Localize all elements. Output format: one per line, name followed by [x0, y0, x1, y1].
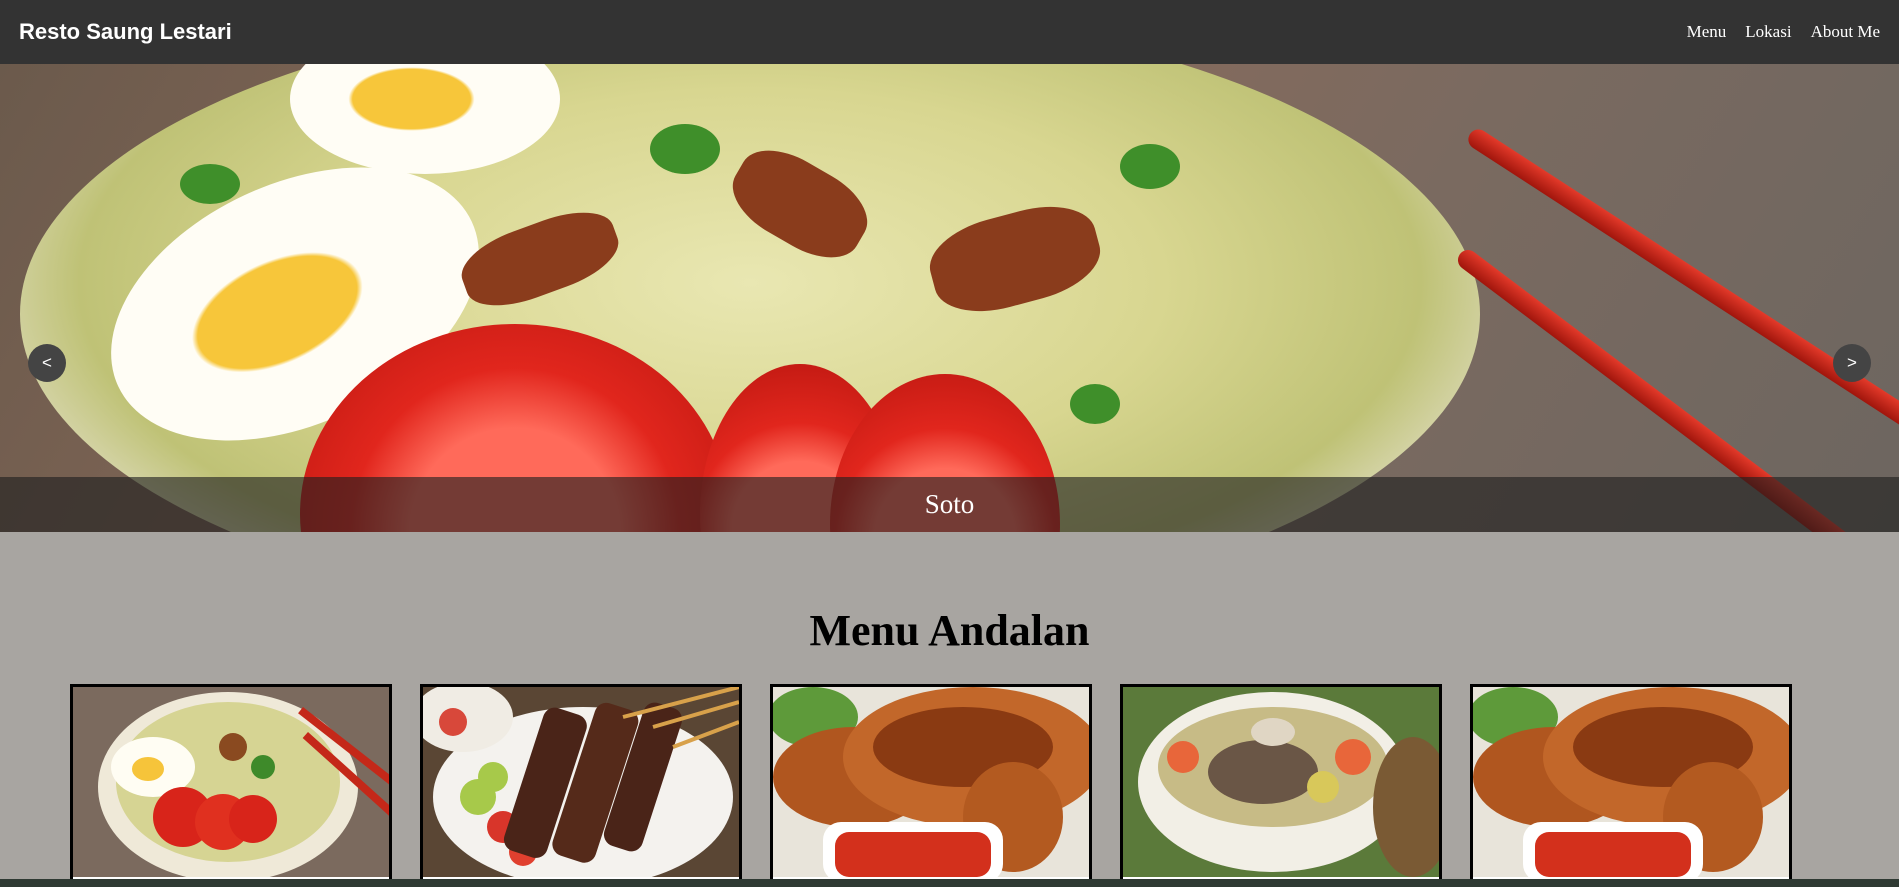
menu-card-ayam-bakar[interactable]: [770, 684, 1092, 887]
dish-image-sate: [423, 687, 739, 877]
section-title: Menu Andalan: [809, 606, 1090, 655]
herb-garnish: [180, 164, 240, 204]
herb-garnish: [650, 124, 720, 174]
menu-card-ayam-bakar-2[interactable]: [1470, 684, 1792, 887]
dish-image-ayam-bakar: [773, 687, 1089, 877]
nav-links: Menu Lokasi About Me: [1687, 22, 1880, 42]
hero-carousel: < >: [0, 64, 1899, 532]
herb-garnish: [1120, 144, 1180, 189]
herb-garnish: [1070, 384, 1120, 424]
dish-image-soto: [73, 687, 389, 877]
os-taskbar-edge: [0, 879, 1899, 887]
carousel-next-button[interactable]: >: [1833, 344, 1871, 382]
nav-link-about-me[interactable]: About Me: [1811, 22, 1880, 42]
dish-image-ayam-bakar: [1473, 687, 1789, 877]
menu-card-sop-iga[interactable]: [1120, 684, 1442, 887]
menu-card-sate[interactable]: [420, 684, 742, 887]
nav-link-menu[interactable]: Menu: [1687, 22, 1727, 42]
brand-logo-text[interactable]: Resto Saung Lestari: [19, 19, 232, 45]
chopstick-decoration: [1464, 125, 1899, 448]
menu-card-soto[interactable]: [70, 684, 392, 887]
nav-link-lokasi[interactable]: Lokasi: [1745, 22, 1791, 42]
navbar: Resto Saung Lestari Menu Lokasi About Me: [0, 0, 1899, 64]
carousel-caption: Soto: [0, 477, 1899, 532]
dish-image-sop-iga: [1123, 687, 1439, 877]
carousel-prev-button[interactable]: <: [28, 344, 66, 382]
menu-card-list: [0, 684, 1899, 887]
